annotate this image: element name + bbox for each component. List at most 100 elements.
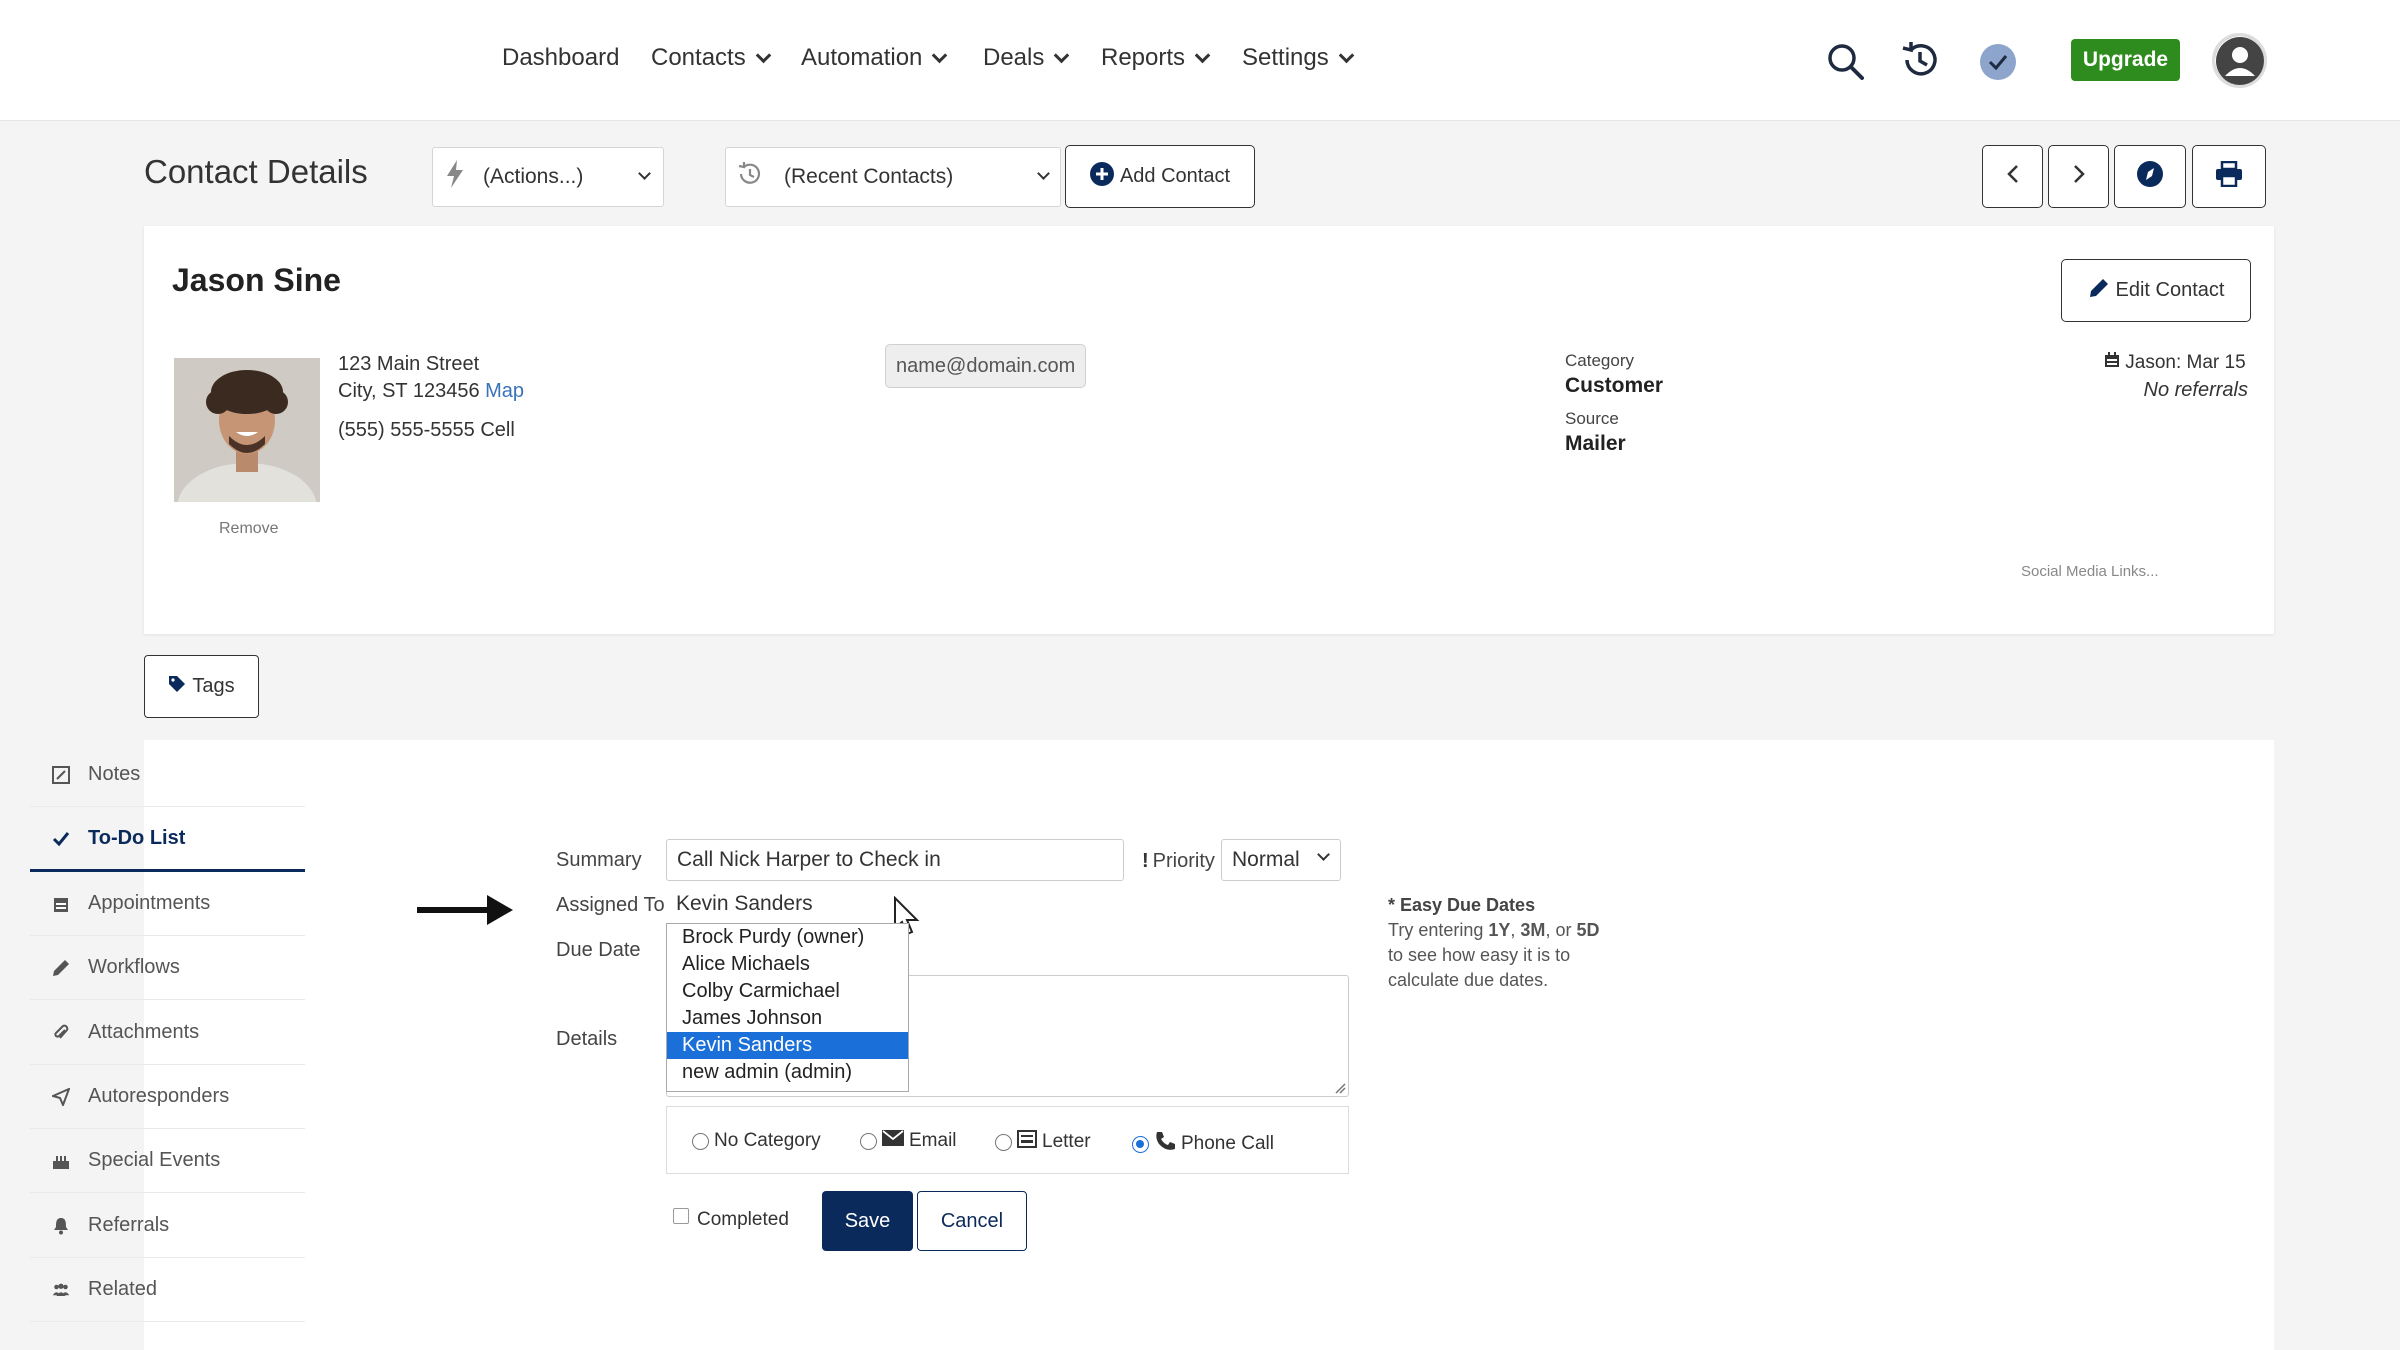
sidebar-item-referrals[interactable]: Referrals [30, 1194, 305, 1258]
assignee-option[interactable]: new admin (admin) [667, 1059, 908, 1086]
address-line-1: 123 Main Street [338, 353, 480, 375]
add-contact-button[interactable]: Add Contact [1065, 145, 1255, 208]
assigned-to-select[interactable]: Kevin Sanders [666, 885, 909, 923]
actions-select-value: (Actions...) [483, 165, 584, 188]
tags-button[interactable]: Tags [144, 655, 259, 718]
nav-dashboard[interactable]: Dashboard [502, 44, 619, 72]
source-value: Mailer [1565, 432, 1626, 455]
email-badge[interactable]: name@domain.com [885, 344, 1087, 388]
address-line-2: City, ST 123456 Map [338, 380, 524, 403]
next-contact-button[interactable] [2048, 145, 2109, 208]
sidebar-item-label: Related [88, 1278, 157, 1300]
edit-contact-button[interactable]: Edit Contact [2061, 259, 2251, 322]
due-date-label: Due Date [556, 939, 641, 961]
category-email[interactable]: Email [860, 1130, 957, 1152]
nav-settings[interactable]: Settings [1242, 44, 1354, 72]
chevron-down-icon [1338, 47, 1354, 63]
nav-reports[interactable]: Reports [1101, 44, 1211, 72]
nav-contacts[interactable]: Contacts [651, 44, 771, 72]
contact-photo[interactable] [174, 358, 320, 502]
chevron-down-icon [755, 47, 771, 63]
tip-line-1: Try entering 1Y, 3M, or 5D [1388, 918, 1599, 943]
nav-label: Dashboard [502, 44, 620, 71]
sidebar-item-label: Workflows [88, 956, 180, 978]
assignee-option-selected[interactable]: Kevin Sanders [667, 1032, 908, 1059]
sidebar-item-autoresponders[interactable]: Autoresponders [30, 1065, 305, 1129]
compass-button[interactable] [2114, 145, 2186, 208]
sidebar-item-label: To-Do List [88, 827, 186, 849]
history-icon [736, 160, 764, 194]
remove-photo-link[interactable]: Remove [219, 520, 279, 538]
assigned-to-value: Kevin Sanders [676, 892, 813, 915]
sidebar-item-special-events[interactable]: Special Events [30, 1129, 305, 1193]
nav-label: Automation [801, 44, 923, 71]
details-label: Details [556, 1028, 618, 1050]
search-icon[interactable] [1826, 38, 1866, 89]
previous-contact-button[interactable] [1982, 145, 2043, 208]
sidebar-item-todo-list[interactable]: To-Do List [30, 808, 305, 872]
assignee-option[interactable]: Brock Purdy (owner) [667, 924, 908, 951]
upgrade-button[interactable]: Upgrade [2071, 39, 2180, 81]
category-letter[interactable]: Letter [995, 1130, 1091, 1154]
phone-number[interactable]: (555) 555-5555 Cell [338, 419, 515, 442]
pencil-icon [2088, 277, 2110, 305]
compass-icon [2136, 160, 2164, 194]
completed-checkbox-group[interactable]: Completed [673, 1208, 789, 1231]
priority-label-group: ! Priority [1142, 850, 1215, 873]
actions-select[interactable]: (Actions...) [432, 147, 664, 207]
social-media-links[interactable]: Social Media Links... [2021, 563, 2159, 580]
save-button[interactable]: Save [822, 1191, 913, 1251]
nav-label: Deals [983, 44, 1045, 71]
contact-card: Jason Sine Edit Contact Remove 123 Main … [144, 226, 2274, 634]
assignee-option[interactable]: Alice Michaels [667, 951, 908, 978]
history-icon[interactable] [1899, 38, 1941, 87]
bell-icon [52, 1217, 70, 1235]
referrals-text: No referrals [2143, 379, 2248, 401]
category-value: Customer [1565, 374, 1664, 397]
assignee-dropdown-list[interactable]: Brock Purdy (owner) Alice Michaels Colby… [666, 923, 909, 1092]
chevron-down-icon [1194, 47, 1211, 63]
nav-automation[interactable]: Automation [801, 44, 948, 72]
cancel-button[interactable]: Cancel [917, 1191, 1027, 1251]
map-link[interactable]: Map [485, 380, 524, 402]
assigned-to-label: Assigned To [556, 894, 665, 916]
sidebar-item-label: Special Events [88, 1149, 221, 1171]
pencil-icon [52, 959, 70, 977]
radio-button[interactable] [860, 1132, 877, 1150]
category-no-category[interactable]: No Category [692, 1130, 821, 1152]
check-icon [52, 830, 70, 848]
priority-label: Priority [1152, 850, 1215, 872]
chevron-right-icon [2072, 164, 2086, 190]
radio-button-checked[interactable] [1132, 1135, 1149, 1153]
user-avatar-icon[interactable] [2212, 33, 2267, 88]
phone-icon [1154, 1130, 1176, 1158]
summary-input[interactable]: Call Nick Harper to Check in [666, 839, 1124, 881]
category-phone-call[interactable]: Phone Call [1132, 1130, 1274, 1158]
sidebar-item-appointments[interactable]: Appointments [30, 872, 305, 936]
sidebar-item-attachments[interactable]: Attachments [30, 1001, 305, 1065]
sidebar-item-notes[interactable]: Notes [30, 743, 305, 807]
completed-checkbox[interactable] [673, 1208, 689, 1224]
print-button[interactable] [2192, 145, 2266, 208]
edit-contact-label: Edit Contact [2115, 279, 2225, 301]
chevron-left-icon [2006, 164, 2020, 190]
radio-button[interactable] [692, 1132, 709, 1150]
priority-select[interactable]: Normal [1221, 839, 1341, 881]
resize-handle-icon[interactable] [1334, 1082, 1346, 1094]
assignee-option[interactable]: James Johnson [667, 1005, 908, 1032]
sidebar-item-label: Appointments [88, 892, 211, 914]
recent-contacts-select[interactable]: (Recent Contacts) [725, 147, 1061, 207]
exclamation-icon: ! [1142, 850, 1149, 872]
sidebar-item-related[interactable]: Related [30, 1258, 305, 1322]
birthday-text: Jason: Mar 15 [2125, 352, 2246, 373]
radio-button[interactable] [995, 1133, 1012, 1151]
category-label: Phone Call [1181, 1133, 1274, 1154]
nav-deals[interactable]: Deals [983, 44, 1070, 72]
assignee-option[interactable]: Colby Carmichael [667, 978, 908, 1005]
address-city: City, ST 123456 [338, 380, 480, 402]
chevron-down-icon [1054, 47, 1070, 63]
letter-icon [1017, 1130, 1037, 1154]
status-check-icon[interactable] [1978, 42, 2018, 87]
lightning-icon [445, 160, 465, 194]
sidebar-item-workflows[interactable]: Workflows [30, 936, 305, 1000]
